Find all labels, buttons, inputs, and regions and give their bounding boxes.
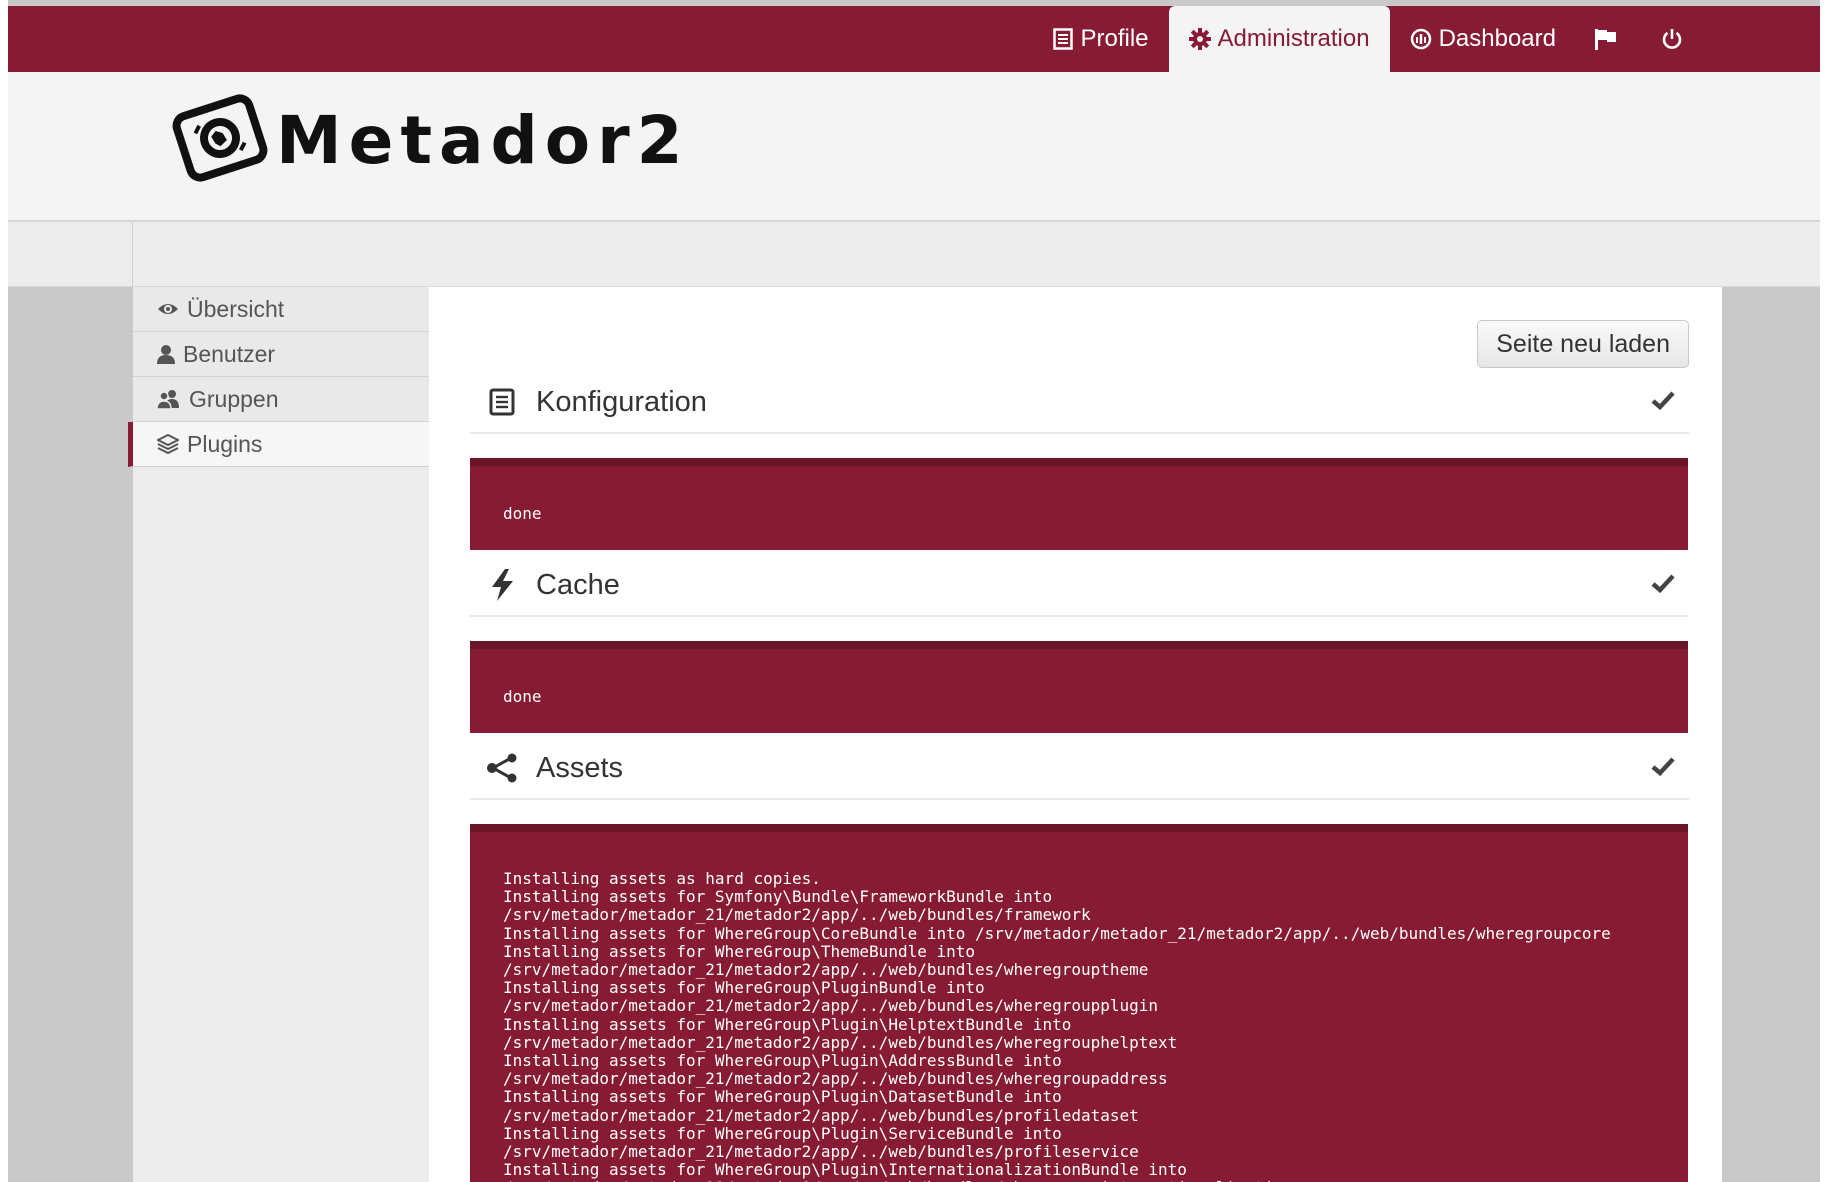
top-nav: Profile Administration Dashboard [1033, 6, 1708, 72]
bolt-icon [482, 569, 522, 601]
nav-dashboard-label: Dashboard [1438, 25, 1556, 52]
sidebar-item-gruppen[interactable]: Gruppen [133, 377, 429, 422]
band-right [1723, 222, 1820, 287]
nav-profile-label: Profile [1080, 25, 1149, 52]
document-icon [482, 388, 522, 416]
cache-output: done [470, 641, 1688, 733]
section-title: Konfiguration [536, 385, 707, 418]
section-assets: Assets [470, 738, 1689, 800]
dashboard-icon [1410, 28, 1432, 50]
admin-sidebar: Übersicht Benutzer Gruppen Plugins [128, 287, 430, 1182]
assets-output: Installing assets as hard copies. Instal… [470, 824, 1688, 1182]
section-title: Cache [536, 568, 620, 601]
content-topbar [132, 222, 1724, 287]
sidebar-item-label: Übersicht [187, 295, 285, 322]
sidebar-item-label: Gruppen [189, 385, 279, 412]
logo-emblem-icon [168, 86, 272, 195]
header: Metador2 [8, 72, 1820, 222]
power-icon [1661, 28, 1683, 50]
eye-icon [157, 301, 179, 317]
section-title: Assets [536, 751, 624, 784]
sidebar-item-uebersicht[interactable]: Übersicht [133, 287, 429, 332]
main-content: Seite neu laden Konfiguration done Cache… [429, 287, 1722, 1182]
gear-icon [1188, 28, 1211, 50]
check-icon [1651, 573, 1675, 598]
nav-administration-label: Administration [1217, 25, 1370, 52]
sidebar-item-label: Benutzer [183, 340, 276, 367]
nav-flag[interactable] [1576, 6, 1643, 72]
section-konfiguration: Konfiguration [470, 372, 1689, 434]
nav-logout[interactable] [1643, 6, 1708, 72]
band-left [8, 222, 132, 287]
brand-name: Metador2 [276, 102, 690, 179]
top-navbar: Profile Administration Dashboard [8, 6, 1820, 72]
check-icon [1651, 756, 1675, 781]
nav-profile[interactable]: Profile [1033, 6, 1168, 72]
section-cache: Cache [470, 555, 1689, 617]
share-icon [482, 753, 522, 783]
nav-dashboard[interactable]: Dashboard [1390, 6, 1576, 72]
document-icon [1053, 28, 1074, 50]
user-icon [157, 344, 175, 364]
flag-icon [1594, 28, 1618, 50]
reload-page-button[interactable]: Seite neu laden [1477, 320, 1689, 368]
brand-logo[interactable]: Metador2 [168, 86, 690, 195]
app-frame: Profile Administration Dashboard Metador… [8, 0, 1820, 1182]
group-icon [157, 389, 181, 409]
sidebar-item-plugins[interactable]: Plugins [128, 422, 429, 467]
konfiguration-output: done [470, 458, 1688, 550]
nav-administration[interactable]: Administration [1168, 6, 1390, 72]
sidebar-item-label: Plugins [187, 430, 263, 457]
layers-icon [157, 434, 179, 454]
check-icon [1651, 390, 1675, 415]
sidebar-item-benutzer[interactable]: Benutzer [133, 332, 429, 377]
